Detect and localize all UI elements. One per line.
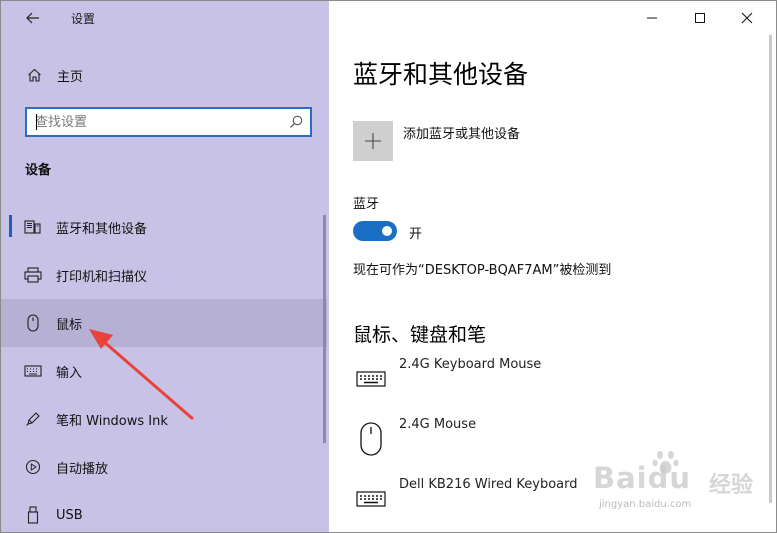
bluetooth-devices-icon — [24, 218, 42, 236]
sidebar-item-printers[interactable]: 打印机和扫描仪 — [1, 251, 327, 299]
toggle-state-label: 开 — [409, 227, 423, 242]
sidebar-item-label: 笔和 Windows Ink — [56, 413, 168, 429]
mouse-icon — [24, 314, 42, 332]
device-item[interactable]: 2.4G Keyboard Mouse — [353, 357, 753, 401]
bluetooth-label: 蓝牙 — [353, 197, 380, 212]
sidebar-item-label: 输入 — [56, 365, 83, 381]
device-item[interactable]: 2.4G Mouse — [353, 417, 753, 461]
printer-icon — [24, 266, 42, 284]
search-input[interactable] — [27, 109, 285, 135]
content-scrollbar[interactable] — [769, 35, 772, 503]
usb-icon — [24, 506, 42, 524]
pen-icon — [24, 410, 42, 428]
keyboard-icon — [353, 477, 389, 521]
devices-section-title: 鼠标、键盘和笔 — [353, 324, 487, 346]
mouse-icon — [353, 417, 389, 461]
bluetooth-toggle[interactable] — [353, 221, 397, 241]
content-pane: 蓝牙和其他设备 添加蓝牙或其他设备 蓝牙 开 现在可作为“DESKTOP-BQA… — [329, 1, 776, 532]
sidebar-scrollbar[interactable] — [323, 215, 326, 443]
add-device-button[interactable]: 添加蓝牙或其他设备 — [353, 121, 520, 161]
device-label: Dell KB216 Wired Keyboard — [399, 477, 578, 492]
settings-window: 设置 主页 设备 — [0, 0, 777, 533]
page-title: 蓝牙和其他设备 — [353, 60, 529, 89]
sidebar-item-usb[interactable]: USB — [1, 491, 327, 532]
sidebar-item-label: 打印机和扫描仪 — [56, 269, 148, 285]
sidebar-item-label: 自动播放 — [56, 461, 109, 477]
home-icon — [26, 67, 42, 83]
plus-icon — [353, 121, 393, 161]
search-box[interactable] — [25, 107, 312, 137]
home-label: 主页 — [57, 69, 84, 85]
minimize-icon — [647, 17, 657, 19]
text-caret — [36, 114, 37, 130]
sidebar-item-typing[interactable]: 输入 — [1, 347, 327, 395]
sidebar-item-label: 鼠标 — [56, 317, 83, 333]
add-device-label: 添加蓝牙或其他设备 — [403, 127, 521, 142]
minimize-button[interactable] — [629, 3, 675, 33]
sidebar-item-autoplay[interactable]: 自动播放 — [1, 443, 327, 491]
back-button[interactable] — [19, 6, 47, 30]
keyboard-icon — [353, 357, 389, 401]
sidebar: 设置 主页 设备 — [1, 1, 329, 532]
autoplay-icon — [24, 458, 42, 476]
keyboard-icon — [24, 362, 42, 380]
close-button[interactable] — [724, 3, 770, 33]
discoverable-text: 现在可作为“DESKTOP-BQAF7AM”被检测到 — [353, 263, 612, 278]
maximize-icon — [695, 13, 705, 23]
window-title: 设置 — [71, 12, 96, 26]
sidebar-item-mouse[interactable]: 鼠标 — [1, 299, 327, 347]
sidebar-item-bluetooth[interactable]: 蓝牙和其他设备 — [1, 203, 327, 251]
sidebar-item-label: 蓝牙和其他设备 — [56, 221, 148, 237]
device-label: 2.4G Mouse — [399, 417, 477, 432]
device-label: 2.4G Keyboard Mouse — [399, 357, 542, 372]
sidebar-item-label: USB — [56, 507, 83, 523]
title-bar: 设置 — [1, 1, 329, 35]
section-heading: 设备 — [25, 163, 52, 178]
close-icon — [741, 12, 753, 24]
toggle-knob — [382, 226, 392, 236]
sidebar-item-pen[interactable]: 笔和 Windows Ink — [1, 395, 327, 443]
sidebar-home[interactable]: 主页 — [1, 59, 329, 91]
search-icon[interactable] — [288, 114, 304, 130]
back-arrow-icon — [26, 12, 39, 24]
device-item[interactable]: Dell KB216 Wired Keyboard — [353, 477, 753, 521]
maximize-button[interactable] — [677, 3, 723, 33]
